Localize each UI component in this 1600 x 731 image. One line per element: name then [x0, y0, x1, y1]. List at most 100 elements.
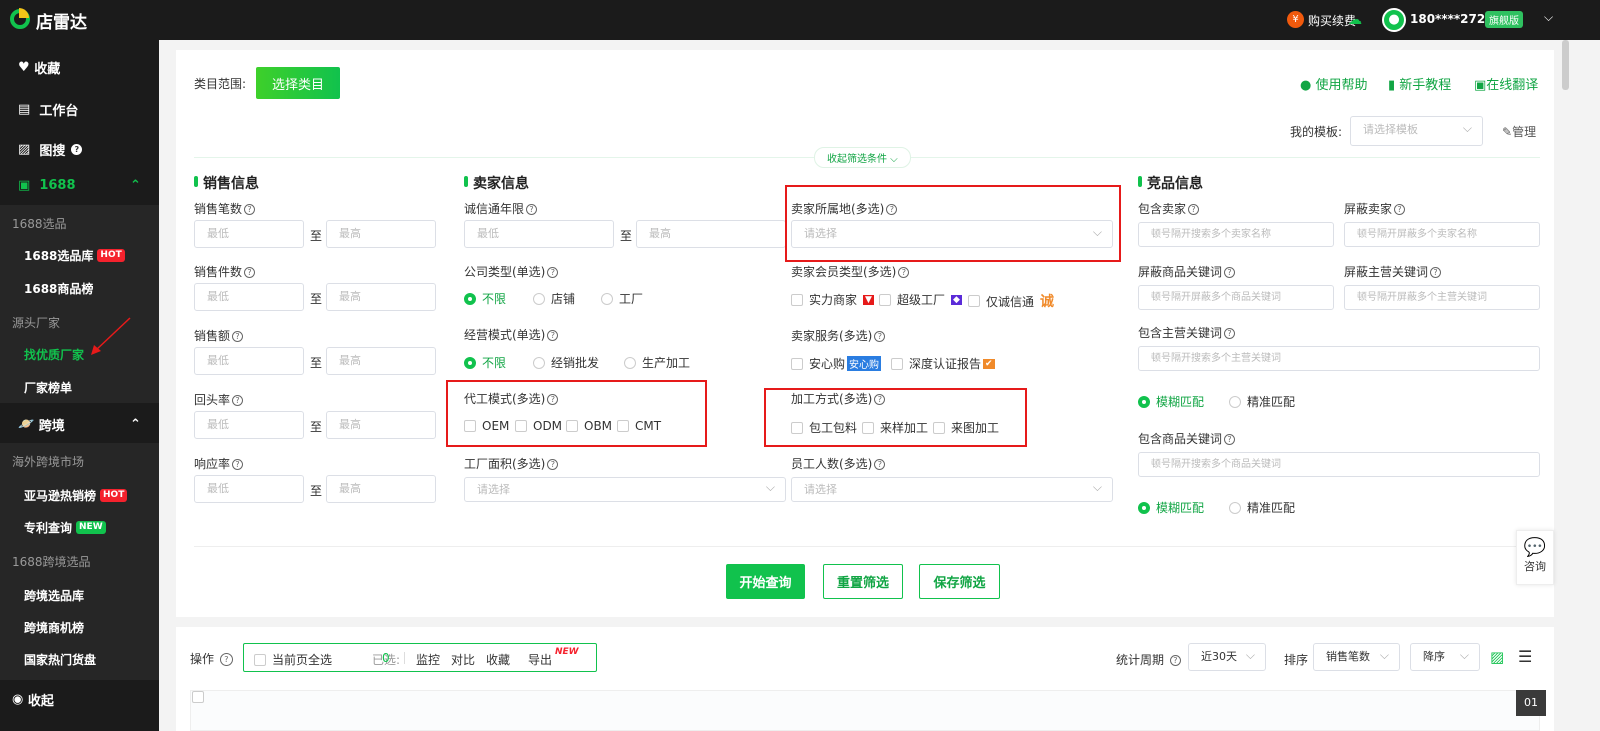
workbench-icon: ▤	[18, 102, 40, 117]
shield-icon: ✔	[983, 358, 995, 369]
period-label: 统计周期 ?	[1116, 651, 1181, 668]
radio-company-shop[interactable]: 店铺	[533, 290, 575, 307]
sales-max-input[interactable]: 最高	[326, 475, 436, 503]
sort-select[interactable]: 销售笔数	[1313, 643, 1400, 671]
years-max-input[interactable]: 最高	[636, 220, 786, 248]
blk-main-input[interactable]: 顿号隔开屏蔽多个主营关键词	[1344, 285, 1540, 310]
inc-main-input[interactable]: 顿号隔开搜索多个主营关键词	[1138, 346, 1540, 371]
sidebar-collapse[interactable]: ◉ 收起	[0, 690, 159, 709]
sales-min-input[interactable]: 最低	[194, 220, 304, 248]
fold-filter-toggle[interactable]: 收起筛选条件 ⌵	[814, 147, 911, 168]
scrollbar-thumb[interactable]	[1562, 40, 1569, 90]
period-select[interactable]: 近30天	[1188, 643, 1266, 671]
start-query-button[interactable]: 开始查询	[726, 564, 805, 599]
chevron-down-icon[interactable]: ⌵	[1544, 10, 1553, 25]
checkbox-anxingou[interactable]: 安心购 安心购	[791, 355, 882, 372]
page-indicator: 01	[1516, 690, 1546, 716]
sidebar-item-fav[interactable]: ♥ 收藏	[0, 58, 159, 77]
selected-count: 0	[382, 651, 390, 665]
checkbox-deep-cert[interactable]: 深度认证报告 ✔	[891, 355, 995, 372]
sidebar-item-1688-library[interactable]: 1688选品库 HOT	[0, 247, 159, 264]
inc-seller-input[interactable]: 顿号隔开搜索多个卖家名称	[1138, 222, 1334, 247]
manage-link[interactable]: ✎管理	[1502, 123, 1536, 140]
sidebar-item-cross-border[interactable]: 🪐 跨境 ⌃	[0, 415, 159, 434]
help-link[interactable]: ● 使用帮助	[1300, 74, 1368, 93]
tutorial-link[interactable]: ▮ 新手教程	[1388, 74, 1451, 93]
consult-button[interactable]: 💬 咨询	[1516, 530, 1554, 585]
radio-main-fuzzy[interactable]: 模糊匹配	[1138, 393, 1204, 410]
translate-link[interactable]: ▣在线翻译	[1474, 74, 1538, 93]
chengxintong-icon: 诚	[1040, 294, 1055, 310]
select-category-button[interactable]: 选择类目	[256, 67, 340, 99]
section-title-seller: 卖家信息	[464, 173, 529, 193]
to-label: 至	[310, 420, 323, 434]
template-select[interactable]: 请选择模板	[1350, 116, 1483, 146]
sales-max-input[interactable]: 最高	[326, 220, 436, 248]
radio-biz-production[interactable]: 生产加工	[624, 354, 690, 371]
list-view-icon[interactable]: ☰	[1518, 647, 1532, 666]
inc-main-label: 包含主营关键词?	[1138, 324, 1236, 341]
export-button[interactable]: 导出	[528, 651, 552, 668]
favorite-button[interactable]: 收藏	[486, 651, 510, 668]
staff-select[interactable]: 请选择	[791, 477, 1113, 502]
radio-biz-any[interactable]: 不限	[464, 354, 506, 371]
sales-min-input[interactable]: 最低	[194, 283, 304, 311]
vip-badge: 旗舰版	[1485, 11, 1523, 28]
inc-kw-input[interactable]: 顿号隔开搜索多个商品关键词	[1138, 452, 1540, 477]
op-label: 操作 ?	[190, 650, 233, 667]
scrollbar-track[interactable]	[1558, 40, 1600, 731]
sidebar-item-find-factory[interactable]: 找优质厂家	[0, 346, 159, 363]
member-label: 卖家会员类型(多选)?	[791, 263, 910, 280]
sidebar-item-country-hot[interactable]: 国家热门货盘	[0, 651, 159, 668]
radio-company-factory[interactable]: 工厂	[601, 290, 643, 307]
sidebar-item-image-search[interactable]: ▨ 图搜?	[0, 140, 159, 159]
sales-max-input[interactable]: 最高	[326, 283, 436, 311]
to-label: 至	[310, 356, 323, 370]
sales-min-input[interactable]: 最低	[194, 347, 304, 375]
avatar[interactable]: ●	[1382, 8, 1406, 32]
image-view-icon[interactable]: ▨	[1490, 648, 1504, 666]
highlight-box	[446, 380, 707, 447]
radio-kw-fuzzy[interactable]: 模糊匹配	[1138, 499, 1204, 516]
sidebar-item-1688[interactable]: ▣ 1688 ⌃	[0, 178, 159, 193]
compare-button[interactable]: 对比	[451, 651, 475, 668]
monitor-button[interactable]: 监控	[416, 651, 440, 668]
checkbox-super-factory[interactable]: 超级工厂 ◆	[879, 291, 962, 308]
sidebar-item-workbench[interactable]: ▤ 工作台	[0, 100, 159, 119]
sales-max-input[interactable]: 最高	[326, 347, 436, 375]
checkbox-strong-merchant[interactable]: 实力商家 ▼	[791, 291, 874, 308]
sales-min-input[interactable]: 最低	[194, 475, 304, 503]
sidebar-item-factory-rank[interactable]: 厂家榜单	[0, 379, 159, 396]
blk-seller-input[interactable]: 顿号隔开屏蔽多个卖家名称	[1344, 222, 1540, 247]
reset-filter-button[interactable]: 重置筛选	[823, 564, 903, 599]
sales-max-input[interactable]: 最高	[326, 411, 436, 439]
sidebar-item-cross-opportunity[interactable]: 跨境商机榜	[0, 619, 159, 636]
sidebar-item-1688-rank[interactable]: 1688商品榜	[0, 280, 159, 297]
logo-text: 店雷达	[36, 13, 87, 33]
order-select[interactable]: 降序	[1410, 643, 1480, 671]
radio-kw-exact[interactable]: 精准匹配	[1229, 499, 1295, 516]
sidebar-item-patent[interactable]: 专利查询 NEW	[0, 519, 159, 536]
download-cloud-icon[interactable]: ☁	[1348, 12, 1362, 28]
row-checkbox[interactable]	[192, 691, 204, 703]
results-table	[190, 690, 1540, 731]
sidebar-item-amazon[interactable]: 亚马逊热销榜 HOT	[0, 487, 159, 504]
blk-main-label: 屏蔽主营关键词?	[1344, 263, 1442, 280]
save-filter-button[interactable]: 保存筛选	[919, 564, 1000, 599]
radio-biz-wholesale[interactable]: 经销批发	[533, 354, 599, 371]
image-icon: ▨	[18, 142, 40, 157]
area-label: 工厂面积(多选)?	[464, 455, 559, 472]
select-all-checkbox[interactable]: 当前页全选	[254, 651, 332, 668]
area-select[interactable]: 请选择	[464, 477, 786, 502]
checkbox-chengxintong[interactable]: 仅诚信通诚	[968, 291, 1054, 311]
sales-min-input[interactable]: 最低	[194, 411, 304, 439]
sidebar-item-cross-library[interactable]: 跨境选品库	[0, 587, 159, 604]
blk-kw-input[interactable]: 顿号隔开屏蔽多个商品关键词	[1138, 285, 1334, 310]
new-badge: NEW	[555, 647, 579, 657]
radio-main-exact[interactable]: 精准匹配	[1229, 393, 1295, 410]
section-title-sales: 销售信息	[194, 173, 259, 193]
radio-company-any[interactable]: 不限	[464, 290, 506, 307]
hot-badge: HOT	[97, 249, 125, 262]
user-phone: 180****2729	[1410, 12, 1494, 26]
years-min-input[interactable]: 最低	[464, 220, 614, 248]
